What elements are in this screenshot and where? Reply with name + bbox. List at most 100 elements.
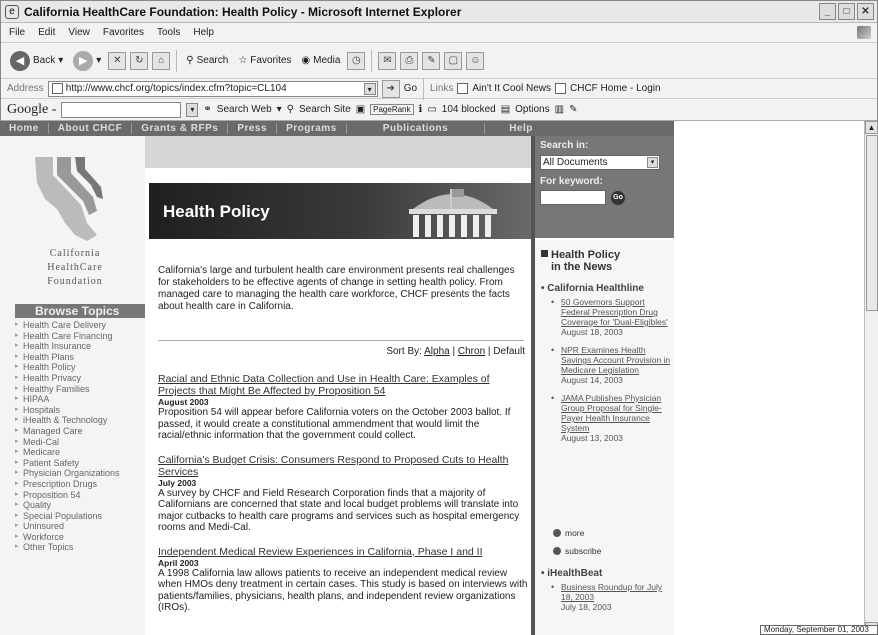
topic-item[interactable]: ▸ Other Topics [15, 542, 145, 553]
more-link[interactable]: more [553, 528, 584, 538]
forward-dropdown-icon[interactable]: ▾ [96, 55, 101, 66]
topic-item[interactable]: ▸ Proposition 54 [15, 490, 145, 501]
stop-icon[interactable]: ✕ [108, 51, 127, 70]
search-web-button[interactable]: Search Web [217, 104, 272, 115]
back-dropdown-icon[interactable]: ▾ [58, 55, 63, 66]
link-chcf-home-login[interactable]: CHCF Home - Login [570, 83, 661, 94]
header-band [145, 136, 531, 168]
topic-item[interactable]: ▸ Prescription Drugs [15, 479, 145, 490]
favorites-button[interactable]: ☆ Favorites [235, 53, 294, 68]
topic-item[interactable]: ▸ Health Care Financing [15, 331, 145, 342]
maximize-button[interactable]: □ [838, 3, 855, 20]
logo-line-california: California [49, 248, 101, 259]
nav-publications[interactable]: Publications [347, 123, 486, 134]
menu-favorites[interactable]: Favorites [103, 27, 144, 38]
history-icon[interactable]: ◷ [347, 51, 366, 70]
article-title-link[interactable]: California's Budget Crisis: Consumers Re… [158, 454, 528, 478]
news-headline-link[interactable]: 50 Governors Support Federal Prescriptio… [561, 297, 673, 327]
sort-chron-link[interactable]: Chron [458, 346, 485, 357]
topic-item[interactable]: ▸ Special Populations [15, 511, 145, 522]
home-icon[interactable]: ⌂ [152, 51, 171, 70]
scroll-up-icon[interactable]: ▲ [865, 121, 878, 134]
article-title-link[interactable]: Independent Medical Review Experiences i… [158, 546, 528, 558]
nav-press[interactable]: Press [228, 123, 278, 134]
nav-grants-rfps[interactable]: Grants & RFPs [132, 123, 229, 134]
chevron-down-icon[interactable]: ▾ [277, 104, 282, 115]
nav-about-chcf[interactable]: About CHCF [49, 123, 133, 134]
menu-tools[interactable]: Tools [157, 27, 180, 38]
article-date: August 2003 [158, 397, 209, 407]
topic-item[interactable]: ▸ HIPAA [15, 394, 145, 405]
info-icon[interactable]: ℹ [419, 104, 423, 115]
topic-label: Other Topics [23, 542, 74, 553]
pagerank-indicator[interactable]: PageRank [370, 104, 414, 115]
chcf-logo[interactable]: California HealthCare Foundation [15, 153, 135, 289]
options-button[interactable]: Options [515, 104, 549, 115]
topic-item[interactable]: ▸ Medicare [15, 447, 145, 458]
go-arrow-icon[interactable]: ➜ [381, 79, 400, 98]
google-search-input[interactable] [61, 101, 182, 118]
topic-item[interactable]: ▸ iHealth & Technology [15, 415, 145, 426]
forward-button[interactable]: ▶ ▾ [70, 49, 104, 73]
search-go-button[interactable]: Go [611, 190, 625, 205]
edit-icon[interactable]: ✎ [422, 51, 441, 70]
document-type-select[interactable]: All Documents ▾ [540, 155, 660, 170]
news-date: August 14, 2003 [561, 375, 623, 385]
nav-programs[interactable]: Programs [277, 123, 347, 134]
address-dropdown-icon[interactable]: ▾ [363, 82, 376, 95]
address-field[interactable]: http://www.chcf.org/topics/index.cfm?top… [47, 80, 378, 97]
topic-item[interactable]: ▸ Quality [15, 500, 145, 511]
menu-edit[interactable]: Edit [38, 27, 55, 38]
topic-item[interactable]: ▸ Hospitals [15, 405, 145, 416]
close-button[interactable]: ✕ [857, 3, 874, 20]
minimize-button[interactable]: _ [819, 3, 836, 20]
news-headline-link[interactable]: NPR Examines Health Savings Account Prov… [561, 345, 673, 375]
topic-item[interactable]: ▸ Managed Care [15, 426, 145, 437]
news-icon[interactable]: ▣ [356, 104, 365, 115]
news-headline-link[interactable]: Business Roundup for July 18, 2003 [561, 582, 673, 602]
google-logo[interactable]: Google - [7, 102, 56, 118]
mail-icon[interactable]: ✉ [378, 51, 397, 70]
back-button[interactable]: ◀ Back ▾ [7, 49, 66, 73]
nav-help[interactable]: Help [485, 123, 557, 134]
nav-home[interactable]: Home [0, 123, 49, 134]
topic-item[interactable]: ▸ Uninsured [15, 521, 145, 532]
topic-label: Healthy Families [23, 383, 90, 394]
subscribe-label: subscribe [565, 546, 602, 556]
search-button[interactable]: ⚲ Search [183, 53, 231, 68]
media-button[interactable]: ◉ Media [298, 53, 343, 68]
print-icon[interactable]: ⎙ [400, 51, 419, 70]
topic-item[interactable]: ▸ Healthy Families [15, 384, 145, 395]
news-headline-link[interactable]: JAMA Publishes Physician Group Proposal … [561, 393, 673, 433]
topic-item[interactable]: ▸ Health Insurance [15, 341, 145, 352]
topic-item[interactable]: ▸ Workforce [15, 532, 145, 543]
google-dropdown-icon[interactable]: ▾ [186, 102, 199, 117]
popups-blocked-count[interactable]: 104 blocked [442, 104, 496, 115]
topic-item[interactable]: ▸ Health Plans [15, 352, 145, 363]
menu-view[interactable]: View [68, 27, 90, 38]
topic-item[interactable]: ▸ Physician Organizations [15, 468, 145, 479]
vertical-scrollbar[interactable]: ▲ ▼ [864, 121, 878, 635]
link-aint-it-cool-news[interactable]: Ain't It Cool News [472, 83, 551, 94]
topic-item[interactable]: ▸ Medi-Cal [15, 437, 145, 448]
keyword-input[interactable] [540, 190, 606, 205]
search-site-button[interactable]: Search Site [299, 104, 351, 115]
topic-item[interactable]: ▸ Health Policy [15, 362, 145, 373]
site-nav-bar: Home About CHCF Grants & RFPs Press Prog… [0, 121, 674, 136]
pencil-icon[interactable]: ✎ [569, 104, 577, 115]
messenger-icon[interactable]: ☺ [466, 51, 485, 70]
subscribe-link[interactable]: subscribe [553, 546, 601, 556]
topic-item[interactable]: ▸ Health Care Delivery [15, 320, 145, 331]
highlight-icon[interactable]: ▥ [555, 104, 564, 115]
links-label[interactable]: Links [430, 83, 453, 94]
refresh-icon[interactable]: ↻ [130, 51, 149, 70]
article-title-link[interactable]: Racial and Ethnic Data Collection and Us… [158, 373, 528, 397]
menu-help[interactable]: Help [193, 27, 214, 38]
go-button[interactable]: Go [404, 83, 417, 94]
topic-item[interactable]: ▸ Health Privacy [15, 373, 145, 384]
menu-file[interactable]: File [9, 27, 25, 38]
topic-item[interactable]: ▸ Patient Safety [15, 458, 145, 469]
scroll-thumb[interactable] [866, 135, 878, 311]
discuss-icon[interactable]: ▢ [444, 51, 463, 70]
sort-alpha-link[interactable]: Alpha [424, 346, 450, 357]
